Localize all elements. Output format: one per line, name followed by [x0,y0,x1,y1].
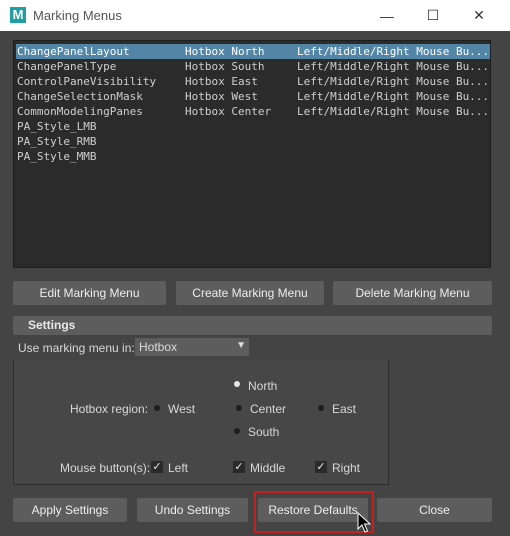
menu-name: ChangePanelLayout [17,45,130,58]
list-item[interactable]: PA_Style_LMB [16,119,490,134]
checkbox-right[interactable]: ✓ [315,461,327,473]
menu-buttons: Left/Middle/Right Mouse Bu... [297,75,490,88]
settings-section-header[interactable]: Settings [13,316,492,335]
highlight-box [254,491,374,533]
menu-buttons: Left/Middle/Right Mouse Bu... [297,45,490,58]
radio-center[interactable] [236,405,242,411]
radio-south[interactable] [234,428,240,434]
menu-buttons: Left/Middle/Right Mouse Bu... [297,105,490,118]
close-button[interactable]: Close [377,498,492,522]
delete-marking-menu-button[interactable]: Delete Marking Menu [333,281,492,305]
close-window-button[interactable]: ✕ [456,0,502,31]
radio-west[interactable] [154,405,160,411]
checkbox-left[interactable]: ✓ [151,461,163,473]
list-item[interactable]: ChangePanelType Hotbox South Left/Middle… [16,59,490,74]
mouse-right-label: Right [332,461,361,475]
use-marking-menu-dropdown[interactable]: Hotbox ▼ [135,338,249,356]
menu-buttons: Left/Middle/Right Mouse Bu... [297,90,490,103]
list-item[interactable]: PA_Style_RMB [16,134,490,149]
menu-location: Hotbox East [185,75,258,88]
menu-location: Hotbox West [185,90,258,103]
minimize-button[interactable]: — [364,0,410,31]
menu-name: CommonModelingPanes [17,105,143,118]
dropdown-value: Hotbox [139,340,178,354]
list-item[interactable]: ChangePanelLayout Hotbox North Left/Midd… [16,44,490,59]
menu-buttons: Left/Middle/Right Mouse Bu... [297,60,490,73]
create-marking-menu-button[interactable]: Create Marking Menu [176,281,324,305]
list-item[interactable]: ChangeSelectionMask Hotbox West Left/Mid… [16,89,490,104]
undo-settings-button[interactable]: Undo Settings [137,498,248,522]
settings-title: Settings [28,318,76,332]
menu-name: ControlPaneVisibility [17,75,157,88]
window-title: Marking Menus [33,8,122,23]
region-north-label: North [248,379,278,393]
use-marking-menu-label: Use marking menu in: [18,341,135,355]
region-west-label: West [168,402,196,416]
menu-name: PA_Style_MMB [17,150,97,163]
list-item[interactable]: ControlPaneVisibility Hotbox East Left/M… [16,74,490,89]
mouse-pointer-icon [357,512,371,533]
maximize-icon: ☐ [426,7,440,23]
mouse-left-label: Left [168,461,189,475]
maya-app-icon: M [10,7,26,23]
mouse-buttons-label: Mouse button(s): [60,461,151,475]
menu-location: Hotbox South [185,60,265,73]
hotbox-region-label: Hotbox region: [70,402,149,416]
menu-name: PA_Style_RMB [17,135,97,148]
edit-marking-menu-button[interactable]: Edit Marking Menu [13,281,166,305]
close-icon: ✕ [473,7,485,23]
list-item[interactable]: CommonModelingPanes Hotbox Center Left/M… [16,104,490,119]
mouse-middle-label: Middle [250,461,286,475]
radio-east[interactable] [318,405,324,411]
region-center-label: Center [250,402,287,416]
list-item[interactable]: PA_Style_MMB [16,149,490,164]
checkbox-middle[interactable]: ✓ [233,461,245,473]
region-east-label: East [332,402,357,416]
menu-name: ChangePanelType [17,60,117,73]
maximize-button[interactable]: ☐ [410,0,456,31]
marking-menu-list[interactable]: ChangePanelLayout Hotbox North Left/Midd… [13,40,491,268]
menu-location: Hotbox North [185,45,265,58]
menu-location: Hotbox Center [185,105,272,118]
region-south-label: South [248,425,280,439]
chevron-down-icon: ▼ [236,340,246,351]
apply-settings-button[interactable]: Apply Settings [13,498,127,522]
minimize-icon: — [380,7,394,24]
settings-panel: Hotbox region: North West Center East So… [13,360,389,485]
title-bar: M Marking Menus — ☐ ✕ [0,0,510,31]
menu-name: PA_Style_LMB [17,120,97,133]
radio-north[interactable] [234,381,240,387]
menu-name: ChangeSelectionMask [17,90,143,103]
